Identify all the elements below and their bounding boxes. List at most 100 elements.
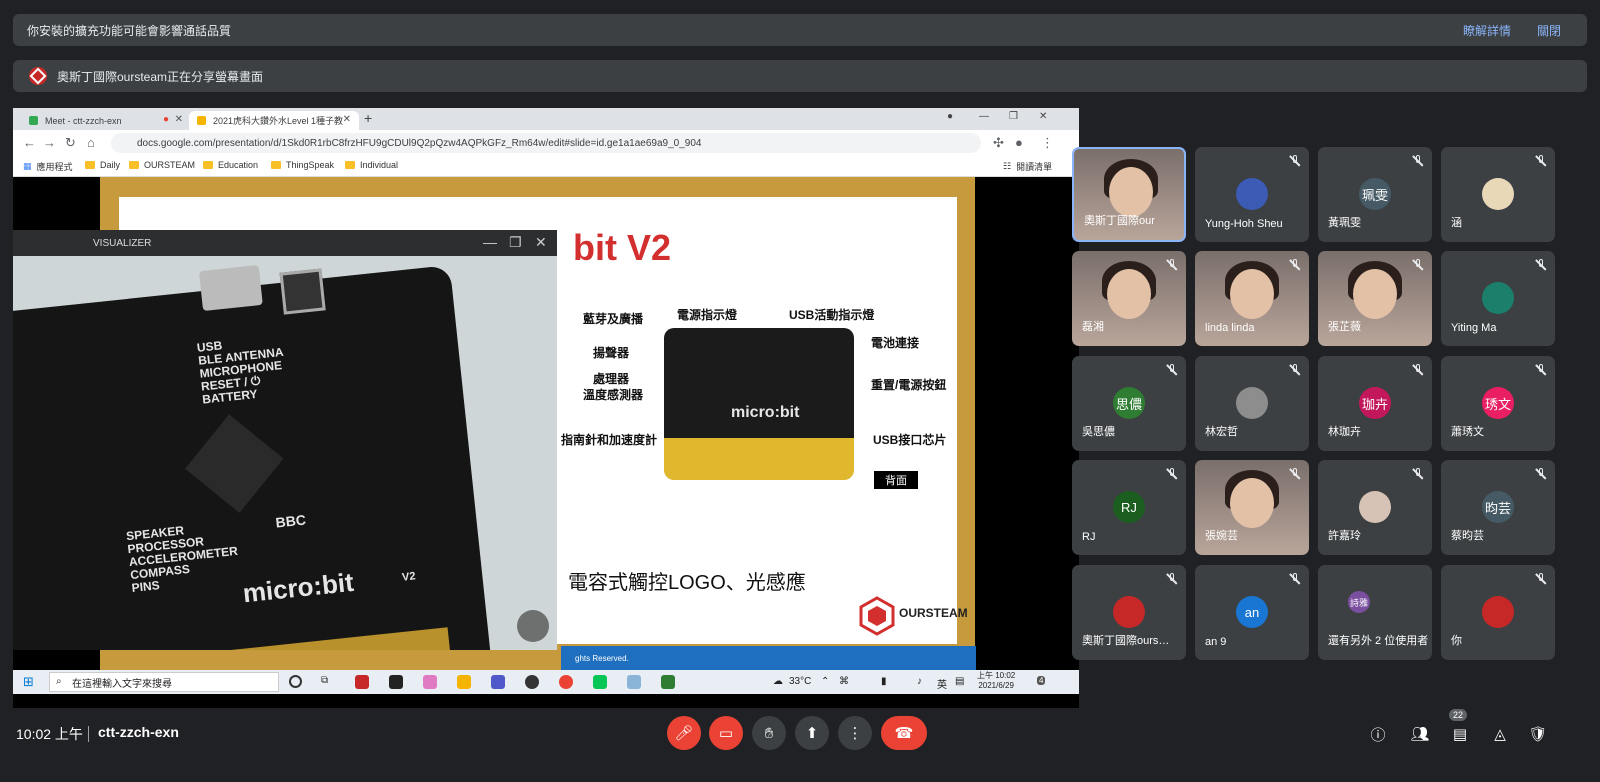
tray-volume-icon[interactable]: ♪ [917, 676, 922, 687]
bookmark-apps[interactable]: ▦ 應用程式 [23, 160, 73, 173]
participant-tile[interactable]: 琇文 蕭琇文 [1441, 356, 1555, 451]
visualizer-minimize-icon[interactable]: — [483, 234, 497, 250]
back-icon[interactable]: ← [23, 135, 36, 150]
pcb-brand-text: micro:bit [241, 566, 356, 609]
profile-dot-icon[interactable]: ● [947, 111, 953, 122]
window-close-icon[interactable]: ✕ [1039, 111, 1047, 122]
bookmark-thingspeak[interactable]: ThingSpeak [271, 160, 334, 170]
participant-tile[interactable]: 張芷薇 [1318, 251, 1432, 346]
minimize-icon[interactable]: — [979, 111, 989, 122]
profile-avatar-icon[interactable]: ● [1015, 135, 1023, 150]
mic-muted-icon [1289, 259, 1301, 271]
meeting-details-icon[interactable]: ⓘ [1368, 724, 1388, 744]
others-avatar: 詩雅 [1348, 591, 1370, 613]
restore-icon[interactable]: ❐ [1009, 111, 1018, 122]
participant-tile[interactable]: 昀芸 蔡昀芸 [1441, 460, 1555, 555]
participant-tile[interactable]: 許嘉玲 [1318, 460, 1432, 555]
label-speaker: 揚聲器 [593, 346, 630, 360]
host-controls-icon[interactable]: 🛡︎ [1528, 724, 1548, 744]
participant-tile[interactable]: 思儂 吳思儂 [1072, 356, 1186, 451]
participant-tile[interactable]: 詩雅還有另外 2 位使用者 [1318, 565, 1432, 660]
url-field[interactable]: docs.google.com/presentation/d/1Skd0R1rb… [111, 133, 981, 153]
home-icon[interactable]: ⌂ [87, 135, 95, 150]
bookmark-individual[interactable]: Individual [345, 160, 398, 170]
processor-chip [185, 414, 284, 513]
participant-tile[interactable]: an an 9 [1195, 565, 1309, 660]
tab-meet[interactable]: Meet - ctt-zzch-exn ● ✕ [21, 111, 191, 130]
line-icon[interactable] [593, 675, 607, 689]
taskbar-date: 2021/6/29 [978, 681, 1014, 690]
task-view-icon[interactable]: ⧉ [321, 675, 335, 689]
bookmark-education[interactable]: Education [203, 160, 258, 170]
participant-tile[interactable]: 珮雯 黃珮雯 [1318, 147, 1432, 242]
file-explorer-icon[interactable] [457, 675, 471, 689]
learn-more-link[interactable]: 瞭解詳情 [1463, 22, 1511, 39]
temperature-text[interactable]: 33°C [789, 676, 811, 687]
visualizer-close-icon[interactable]: ✕ [535, 234, 547, 251]
extensions-icon[interactable]: ✣ [993, 135, 1004, 151]
app-notes-icon[interactable] [389, 675, 403, 689]
camera-off-button[interactable]: ▭ [709, 716, 743, 750]
reading-list[interactable]: ☷ 閱讀清單 [1003, 160, 1052, 173]
slide-footer-text: ghts Reserved. [575, 653, 629, 663]
participant-tile[interactable]: RJ RJ [1072, 460, 1186, 555]
ime-indicator[interactable]: 英 [937, 676, 947, 691]
activities-icon[interactable]: ◬ [1490, 724, 1510, 744]
xbox-icon[interactable] [525, 675, 539, 689]
leave-call-button[interactable]: ☎︎ [881, 716, 927, 750]
bookmark-oursteam[interactable]: OURSTEAM [129, 160, 195, 170]
tab-close-icon[interactable]: ✕ [175, 114, 183, 125]
mic-off-button[interactable]: 🎤︎ [667, 716, 701, 750]
raise-hand-button[interactable]: ✋︎ [752, 716, 786, 750]
participant-tile[interactable]: 奧斯丁國際ours… [1072, 565, 1186, 660]
forward-icon[interactable]: → [43, 135, 56, 150]
participant-tile[interactable]: Yiting Ma [1441, 251, 1555, 346]
app-green-icon[interactable] [661, 675, 675, 689]
bookmark-daily[interactable]: Daily [85, 160, 120, 170]
present-screen-button[interactable]: ⬆ [795, 716, 829, 750]
presenting-banner: 奧斯丁國際oursteam正在分享螢幕畫面 [13, 60, 1587, 92]
participant-tile[interactable]: 奧斯丁國際our [1072, 147, 1186, 242]
participant-video-face [1230, 269, 1274, 319]
participant-tile[interactable]: linda linda [1195, 251, 1309, 346]
participant-tile[interactable]: 珈卉 林珈卉 [1318, 356, 1432, 451]
weather-icon[interactable]: ☁ [773, 676, 783, 687]
tray-chevron-icon[interactable]: ⌃ [821, 676, 829, 687]
teams-icon[interactable] [491, 675, 505, 689]
taskbar-clock[interactable]: 上午 10:02 2021/6/29 [977, 671, 1015, 691]
mic-muted-icon [1535, 259, 1547, 271]
visualizer-window: VISUALIZER — ❐ ✕ USB BLE ANTENNA MICROPH… [13, 230, 557, 650]
menu-kebab-icon[interactable]: ⋮ [1041, 135, 1054, 151]
visualizer-maximize-icon[interactable]: ❐ [509, 234, 522, 251]
notification-count[interactable]: 4 [1037, 676, 1046, 685]
app-paint-icon[interactable] [423, 675, 437, 689]
participant-tile[interactable]: 涵 [1441, 147, 1555, 242]
participant-tile[interactable]: Yung-Hoh Sheu [1195, 147, 1309, 242]
folder-icon [271, 161, 281, 169]
tab-slides[interactable]: 2021虎科大鑽外水Level 1種子教 ✕ [189, 111, 359, 130]
app-blue-icon[interactable] [627, 675, 641, 689]
new-tab-icon[interactable]: + [364, 110, 372, 126]
participant-name: 還有另外 2 位使用者 [1328, 635, 1429, 647]
participant-tile[interactable]: 張婉芸 [1195, 460, 1309, 555]
chrome-icon[interactable] [559, 675, 573, 689]
visualizer-title: VISUALIZER [93, 237, 152, 249]
app-red-icon[interactable] [355, 675, 369, 689]
chat-icon[interactable]: ▤ [1450, 724, 1470, 744]
tab-close-icon[interactable]: ✕ [343, 114, 351, 125]
label-compass: 指南針和加速度計 [561, 433, 658, 447]
cortana-icon[interactable] [289, 675, 302, 688]
tray-network-icon[interactable]: ⌘ [839, 676, 849, 687]
people-icon[interactable]: 👥︎ [1410, 724, 1430, 744]
participant-tile[interactable]: 磊湘 [1072, 251, 1186, 346]
tray-battery-icon[interactable]: ▮ [881, 676, 887, 687]
tray-keyboard-icon[interactable]: ▤ [955, 676, 964, 687]
more-options-button[interactable]: ⋮ [838, 716, 872, 750]
reload-icon[interactable]: ↻ [65, 135, 76, 151]
visualizer-fullscreen-button[interactable] [517, 610, 549, 642]
taskbar-search[interactable]: ⌕ 在這裡輸入文字來搜尋 [49, 672, 279, 692]
participant-tile[interactable]: 林宏哲 [1195, 356, 1309, 451]
close-banner-link[interactable]: 關閉 [1537, 22, 1561, 39]
participant-tile[interactable]: 你 [1441, 565, 1555, 660]
windows-start-icon[interactable]: ⊞ [23, 674, 34, 690]
